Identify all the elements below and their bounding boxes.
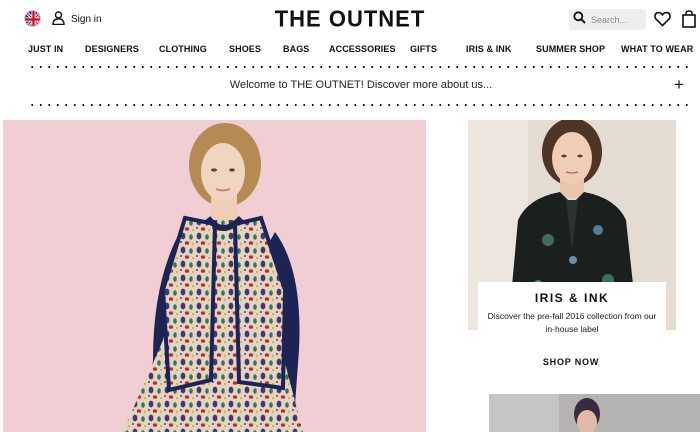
shop-now-button[interactable]: SHOP NOW	[521, 350, 621, 374]
promo-title[interactable]: IRIS & INK	[478, 291, 666, 305]
promo-card: IRIS & INK Discover the pre-fall 2016 co…	[478, 282, 666, 342]
nav-item-accessories[interactable]: ACCESSORIES	[329, 44, 396, 54]
nav-item-what-to-wear[interactable]: WHAT TO WEAR	[621, 44, 693, 54]
model-portrait-photo	[489, 394, 700, 432]
dotted-divider	[28, 66, 694, 68]
next-promo-image[interactable]	[489, 394, 700, 432]
main-navigation: JUST IN DESIGNERS CLOTHING SHOES BAGS AC…	[0, 40, 700, 60]
nav-item-iris-ink[interactable]: IRIS & INK	[466, 44, 512, 54]
search-box[interactable]	[569, 9, 646, 30]
nav-item-bags[interactable]: BAGS	[283, 44, 309, 54]
search-icon[interactable]	[573, 10, 586, 29]
dotted-divider	[28, 104, 694, 106]
plus-icon[interactable]: +	[674, 75, 684, 95]
nav-item-gifts[interactable]: GIFTS	[410, 44, 437, 54]
promo-description: Discover the pre-fall 2016 collection fr…	[487, 311, 657, 334]
nav-item-just-in[interactable]: JUST IN	[28, 44, 63, 54]
search-input[interactable]	[591, 14, 643, 25]
nav-item-designers[interactable]: DESIGNERS	[85, 44, 139, 54]
welcome-text[interactable]: Welcome to THE OUTNET! Discover more abo…	[0, 79, 700, 91]
hero-banner[interactable]	[3, 120, 426, 432]
top-bar: Sign in THE OUTNET	[0, 0, 700, 40]
shopping-bag-icon[interactable]	[682, 10, 696, 28]
nav-item-summer-shop[interactable]: SUMMER SHOP	[536, 44, 605, 54]
heart-icon[interactable]	[654, 11, 671, 27]
model-in-embellished-cardigan-photo	[123, 123, 303, 432]
nav-item-shoes[interactable]: SHOES	[229, 44, 261, 54]
nav-item-clothing[interactable]: CLOTHING	[159, 44, 207, 54]
welcome-bar[interactable]: Welcome to THE OUTNET! Discover more abo…	[0, 74, 700, 98]
